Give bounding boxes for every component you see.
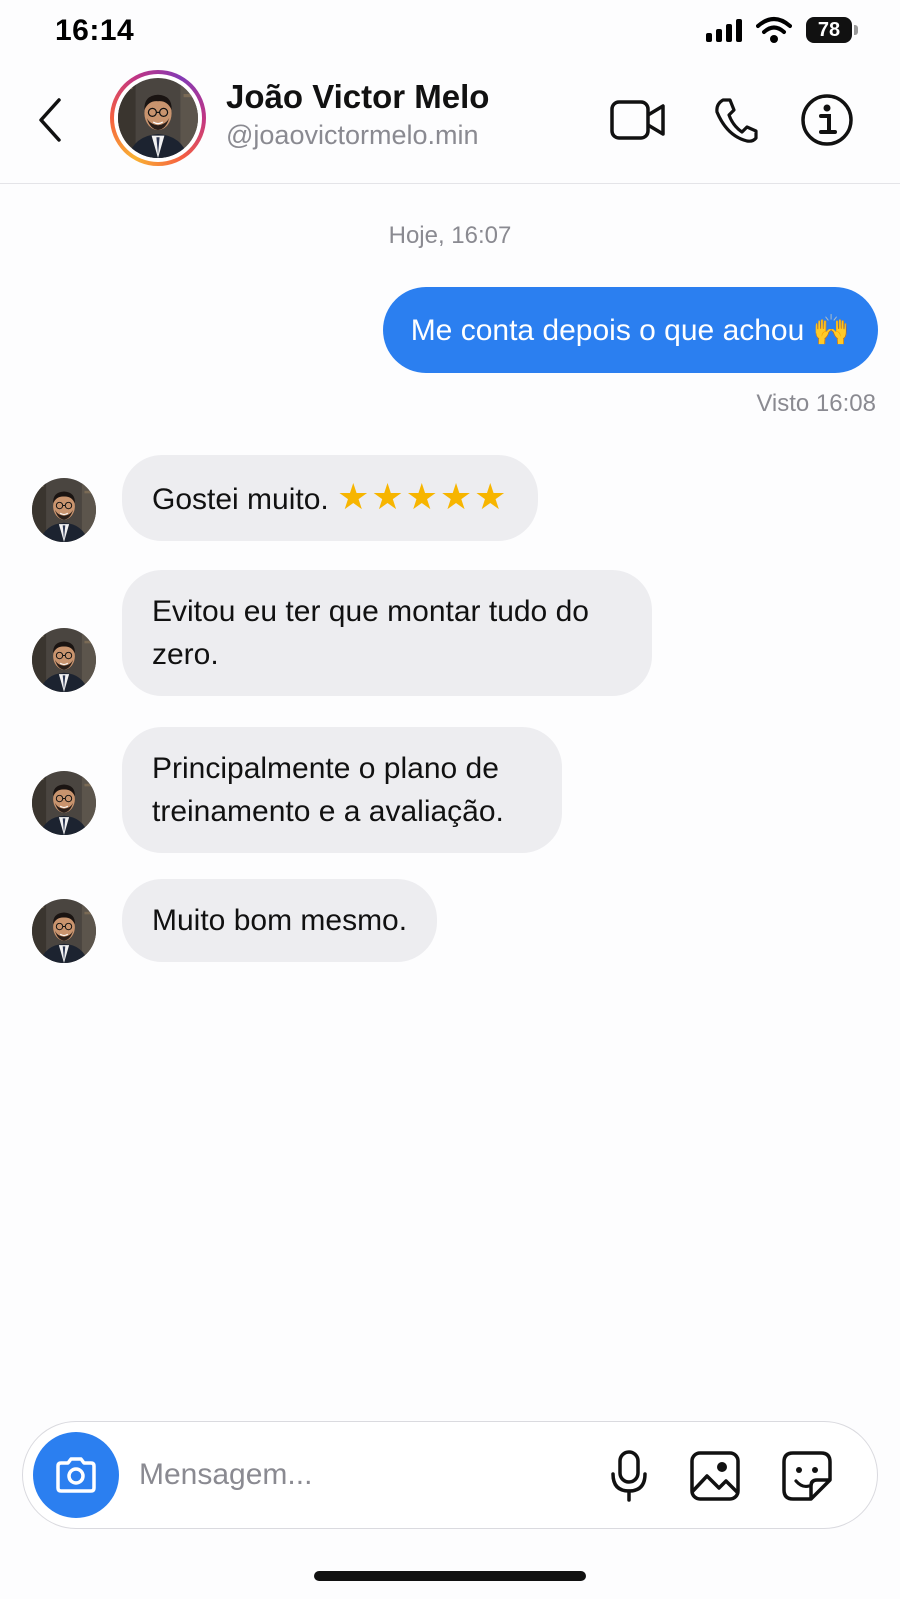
incoming-message[interactable]: Principalmente o plano de treinamento e … — [122, 727, 562, 853]
back-button[interactable] — [30, 92, 70, 148]
contact-handle: @joaovictormelo.min — [226, 120, 479, 150]
message-composer — [22, 1421, 878, 1529]
info-button[interactable] — [797, 90, 857, 150]
home-indicator — [314, 1571, 586, 1581]
message-input[interactable] — [139, 1442, 589, 1508]
microphone-icon — [611, 1450, 647, 1502]
info-icon — [801, 94, 853, 146]
five-star-rating: ★★★★★ — [337, 476, 509, 517]
incoming-message[interactable]: Gostei muito. ★★★★★ — [122, 455, 539, 541]
back-icon — [39, 98, 61, 142]
contact-name: João Victor Melo — [226, 78, 490, 115]
voice-message-button[interactable] — [599, 1446, 659, 1506]
message-text: Gostei muito. — [152, 483, 329, 516]
video-call-icon — [610, 100, 665, 140]
gallery-icon — [690, 1451, 740, 1501]
outgoing-message[interactable]: Me conta depois o que achou 🙌 — [382, 287, 878, 373]
sender-avatar — [32, 628, 96, 692]
chat-header: João Victor Melo @joaovictormelo.min — [0, 64, 900, 184]
sender-avatar — [32, 771, 96, 835]
avatar — [118, 78, 198, 158]
sticker-button[interactable] — [777, 1446, 837, 1506]
seen-status: Visto 16:08 — [756, 390, 876, 417]
contact-avatar[interactable] — [110, 70, 206, 166]
voice-call-button[interactable] — [706, 90, 766, 150]
status-icons: 78 — [706, 16, 858, 44]
contact-info[interactable]: João Victor Melo @joaovictormelo.min — [226, 78, 489, 151]
camera-icon — [56, 1457, 96, 1493]
battery-level: 78 — [806, 17, 852, 43]
sender-avatar — [32, 478, 96, 542]
status-time: 16:14 — [55, 14, 135, 47]
battery-icon: 78 — [806, 17, 858, 43]
sender-avatar — [32, 899, 96, 963]
conversation-timestamp: Hoje, 16:07 — [388, 222, 512, 249]
sticker-icon — [782, 1451, 832, 1501]
status-bar: 16:14 78 — [0, 0, 900, 64]
phone-icon — [715, 98, 758, 143]
camera-button[interactable] — [33, 1432, 119, 1518]
incoming-message[interactable]: Muito bom mesmo. — [122, 879, 438, 962]
video-call-button[interactable] — [608, 90, 668, 150]
cellular-signal-icon — [706, 18, 742, 42]
incoming-message[interactable]: Evitou eu ter que montar tudo do zero. — [122, 570, 652, 696]
wifi-icon — [756, 17, 792, 43]
gallery-button[interactable] — [685, 1446, 745, 1506]
